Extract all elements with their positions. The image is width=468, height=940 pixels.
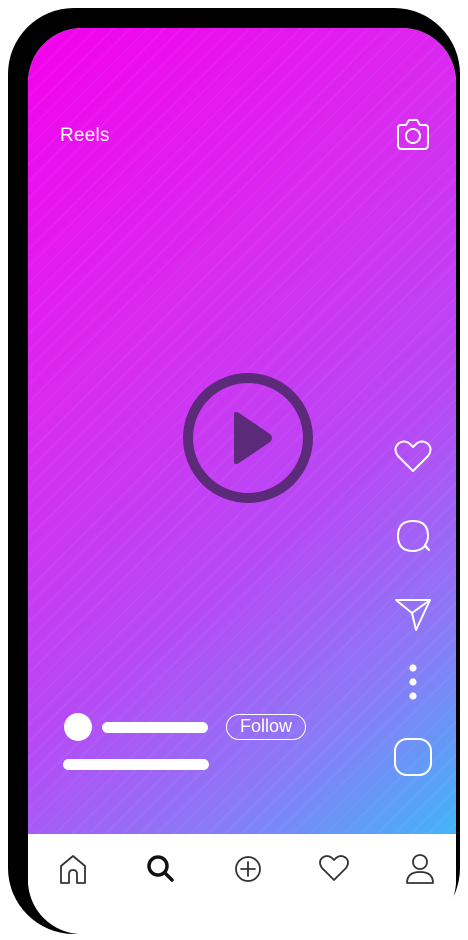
avatar[interactable] xyxy=(64,713,92,741)
send-icon[interactable] xyxy=(392,592,434,634)
home-icon[interactable] xyxy=(56,852,90,886)
audio-thumbnail-icon[interactable] xyxy=(392,736,434,778)
follow-button[interactable]: Follow xyxy=(226,714,306,740)
caption-placeholder xyxy=(63,759,209,770)
play-icon xyxy=(234,411,272,465)
search-icon[interactable] xyxy=(144,852,178,886)
phone-frame: Reels Follow xyxy=(8,8,460,934)
bottom-tab-bar xyxy=(28,834,456,934)
reel-video[interactable]: Reels Follow xyxy=(28,28,456,834)
profile-icon[interactable] xyxy=(403,852,437,886)
username-placeholder xyxy=(102,722,208,733)
play-button[interactable] xyxy=(182,372,314,504)
phone-screen: Reels Follow xyxy=(28,28,456,934)
comment-icon[interactable] xyxy=(392,515,434,557)
page-title: Reels xyxy=(60,125,110,146)
like-heart-icon[interactable] xyxy=(392,436,434,478)
add-icon[interactable] xyxy=(231,852,265,886)
camera-icon[interactable] xyxy=(394,118,432,152)
activity-heart-icon[interactable] xyxy=(317,852,351,886)
more-icon[interactable] xyxy=(392,660,434,704)
